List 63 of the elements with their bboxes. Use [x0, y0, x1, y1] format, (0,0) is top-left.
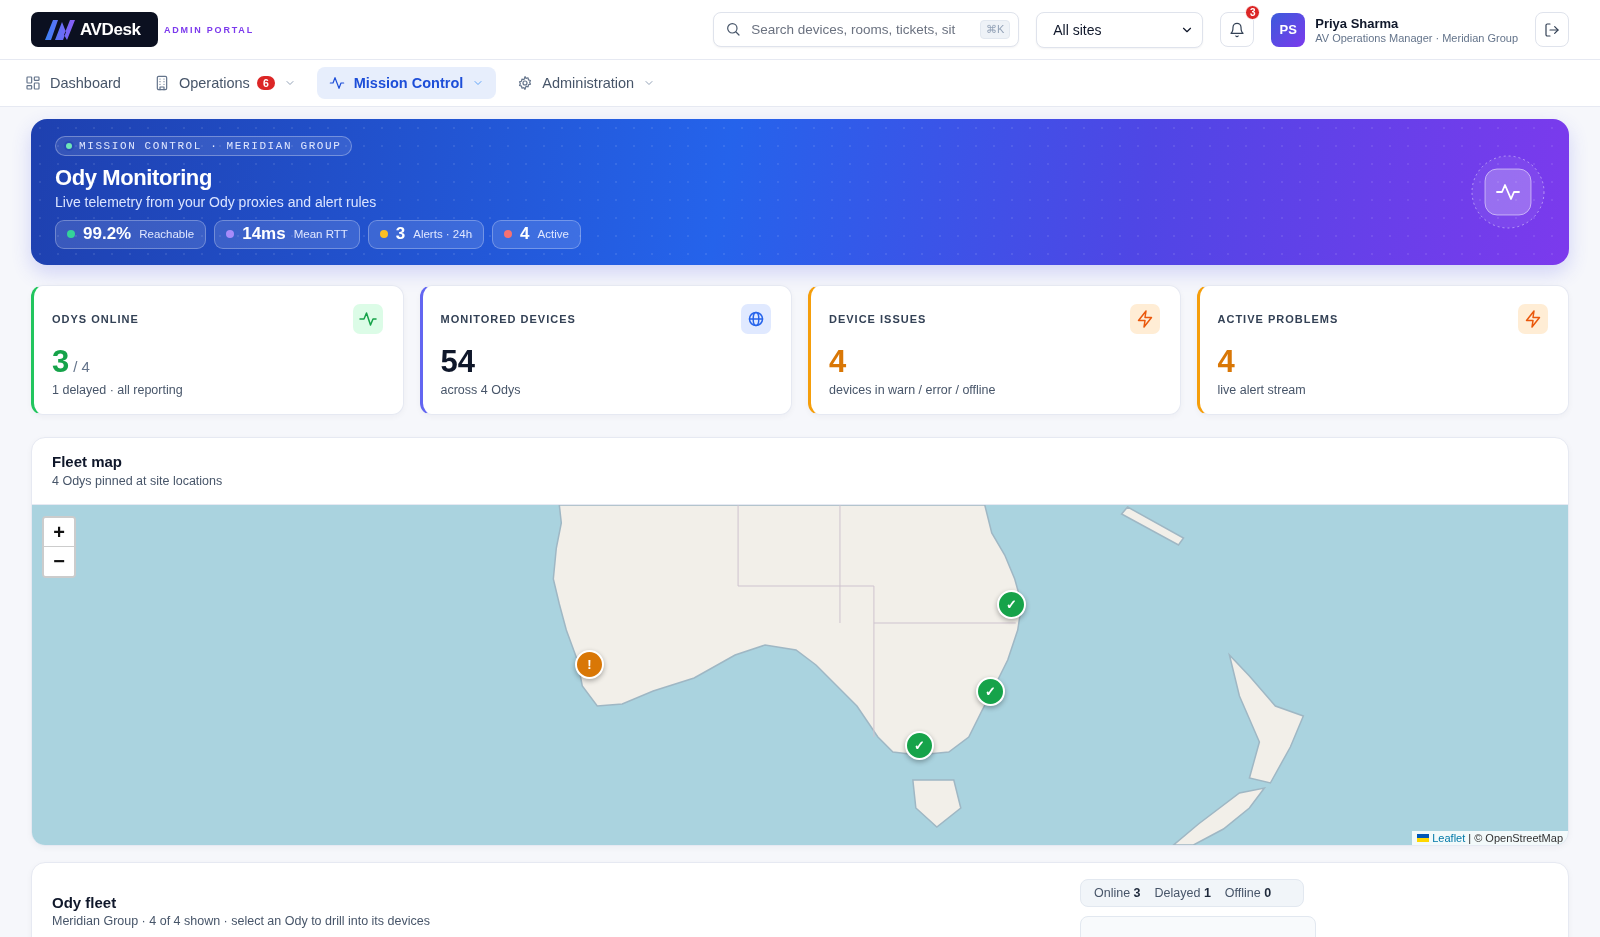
zoom-in-button[interactable]: + [44, 518, 74, 547]
kpi-value: 3 [52, 344, 70, 380]
user-avatar[interactable]: PS [1271, 12, 1306, 47]
bell-icon [1229, 21, 1246, 38]
stat-value: 3 [395, 224, 406, 244]
kpi-total: / 4 [73, 358, 90, 375]
nav-tab[interactable]: Operations 6 [141, 67, 308, 99]
count-badge: 6 [256, 76, 275, 90]
nav-tab[interactable]: Administration [505, 67, 668, 99]
nav-tab[interactable]: Dashboard [13, 67, 133, 99]
eyebrow-text: MISSION CONTROL · MERIDIAN GROUP [79, 139, 342, 152]
kpi-note: devices in warn / error / offline [829, 383, 997, 397]
stat-label: Reachable [139, 228, 195, 240]
logout-button[interactable] [1535, 12, 1569, 47]
portal-label: ADMIN PORTAL [164, 24, 254, 35]
shortcut-key: ⌘K [979, 20, 1011, 39]
stat-label: Alerts · 24h [413, 228, 473, 240]
user-name: Priya Sharma [1315, 15, 1400, 31]
attribution-text: | © OpenStreetMap [1468, 832, 1563, 844]
flag-icon [1417, 834, 1430, 842]
stat-value: 99.2% [83, 224, 132, 244]
globe-icon [741, 304, 771, 334]
stat-label: Mean RTT [293, 228, 348, 240]
logo-mark-icon [45, 19, 75, 40]
pulse-icon [352, 304, 383, 334]
status-filter[interactable]: Online 3 [1087, 886, 1148, 900]
card-title: Ody fleet [52, 894, 118, 912]
site-select[interactable]: All sites [1036, 11, 1204, 48]
live-dot-icon [64, 140, 74, 151]
user-role: AV Operations Manager · Meridian Group [1315, 31, 1518, 44]
logout-icon [1544, 21, 1560, 38]
page-subtitle: Live telemetry from your Ody proxies and alert rules [55, 192, 377, 211]
nav-tab[interactable]: Mission Control [316, 67, 497, 99]
stat-value: 14ms [242, 224, 286, 244]
kpi-label: MONITORED DEVICES [440, 313, 576, 325]
pulse-icon [1471, 155, 1545, 229]
kpi-label: DEVICE ISSUES [829, 313, 927, 325]
notification-badge: 3 [1245, 5, 1261, 20]
page-title: Ody Monitoring [55, 164, 212, 191]
kpi-label: ACTIVE PROBLEMS [1217, 313, 1339, 325]
grid-icon [25, 75, 41, 91]
settings-icon [517, 75, 534, 91]
kpi-note: live alert stream [1217, 383, 1307, 397]
app-logo[interactable]: AVDesk [31, 12, 158, 47]
stat-value: 4 [520, 224, 530, 244]
kpi-value: 54 [440, 344, 475, 380]
kpi-note: across 4 Odys [440, 383, 522, 397]
leaflet-link[interactable]: Leaflet [1432, 832, 1466, 844]
logo-text: AVDesk [80, 19, 141, 40]
search-icon [725, 21, 742, 37]
pulse-icon [328, 75, 345, 91]
status-filter[interactable]: Delayed 1 [1147, 886, 1218, 900]
lightning-bolt-icon [1129, 304, 1160, 334]
card-subtitle: 4 Odys pinned at site locations [52, 474, 224, 488]
kpi-value: 4 [1217, 344, 1235, 380]
card-title: Fleet map [52, 453, 124, 471]
stat-label: Active [537, 228, 569, 240]
status-filter[interactable]: Offline 0 [1217, 886, 1279, 900]
kpi-label: ODYS ONLINE [52, 313, 139, 325]
card-subtitle: Meridian Group · 4 of 4 shown · select an Ody to drill into its devices [52, 914, 430, 928]
kpi-note: 1 delayed · all reporting [52, 383, 184, 397]
lightning-bolt-icon [1518, 304, 1548, 334]
kpi-value: 4 [829, 344, 847, 380]
